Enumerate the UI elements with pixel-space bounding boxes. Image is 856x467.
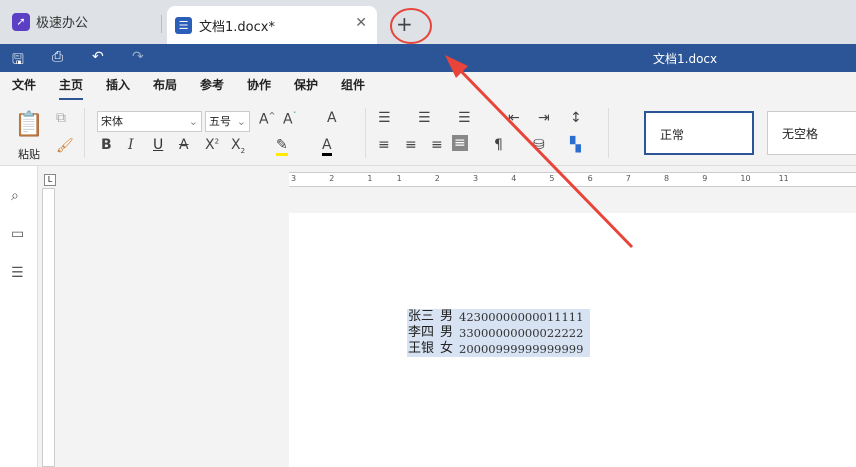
annotation-arrow — [454, 64, 634, 249]
annotation-overlay — [390, 8, 634, 249]
highlight-circle — [390, 8, 432, 44]
